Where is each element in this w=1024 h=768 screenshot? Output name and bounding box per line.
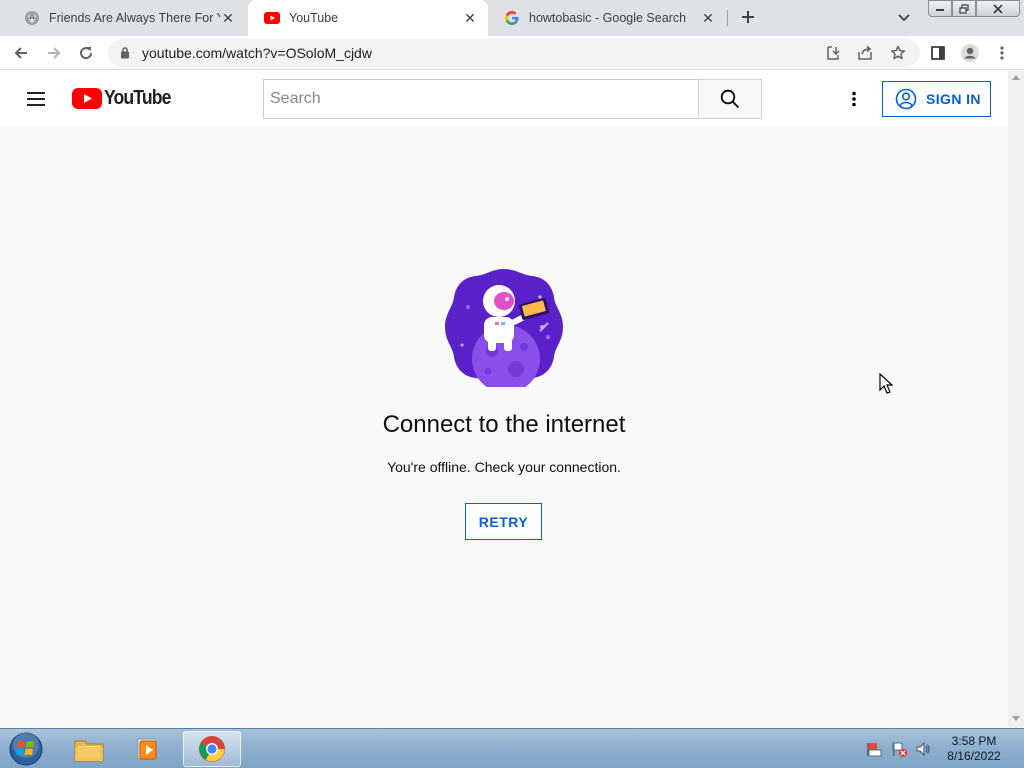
- chrome-menu-button[interactable]: [989, 40, 1015, 66]
- taskbar-clock[interactable]: 3:58 PM 8/16/2022: [938, 734, 1010, 764]
- back-button[interactable]: [8, 40, 34, 66]
- restore-icon: [959, 3, 969, 14]
- new-tab-button[interactable]: [736, 5, 760, 29]
- chevron-down-icon: [898, 14, 910, 22]
- google-icon: [504, 10, 520, 26]
- start-button[interactable]: [6, 731, 46, 767]
- side-panel-icon: [931, 46, 945, 60]
- settings-menu-button[interactable]: [842, 87, 866, 111]
- offline-title: Connect to the internet: [382, 411, 626, 438]
- reload-button[interactable]: [73, 40, 99, 66]
- sign-in-label: SIGN IN: [926, 91, 981, 107]
- search-button[interactable]: [698, 79, 762, 119]
- youtube-wordmark: YouTube: [104, 87, 171, 109]
- retry-button[interactable]: RETRY: [465, 503, 542, 540]
- youtube-play-icon: [72, 88, 102, 109]
- youtube-header: YouTube SIGN IN: [0, 71, 1008, 127]
- plus-icon: [742, 11, 754, 23]
- arrow-left-icon: [14, 47, 27, 59]
- kebab-menu-icon: [1000, 46, 1004, 60]
- hamburger-menu-icon: [27, 92, 45, 106]
- close-icon: [993, 3, 1003, 14]
- tab-youtube[interactable]: YouTube ✕: [248, 0, 488, 36]
- lock-icon[interactable]: [120, 46, 130, 64]
- tab-title: YouTube: [289, 11, 339, 25]
- browser-tab-strip: Friends Are Always There For You ✕ YouTu…: [0, 0, 1024, 36]
- forward-button[interactable]: [41, 40, 67, 66]
- media-player-icon: [137, 738, 157, 760]
- tab-google-search[interactable]: howtobasic - Google Search ✕: [488, 0, 726, 36]
- mouse-cursor-icon: [879, 373, 893, 394]
- account-circle-icon: [895, 88, 917, 110]
- folder-icon: [74, 740, 104, 762]
- install-app-icon[interactable]: [824, 44, 842, 62]
- tab-search-button[interactable]: [894, 8, 914, 28]
- youtube-logo[interactable]: YouTube: [72, 87, 180, 110]
- network-warning-icon[interactable]: [891, 741, 907, 757]
- scroll-down-arrow-icon[interactable]: [1012, 716, 1020, 721]
- windows-taskbar: 3:58 PM 8/16/2022: [0, 728, 1024, 768]
- share-icon[interactable]: [856, 44, 874, 62]
- close-window-button[interactable]: [976, 0, 1020, 17]
- reload-icon: [80, 47, 93, 60]
- youtube-icon: [264, 10, 280, 26]
- clock-time: 3:58 PM: [951, 734, 997, 748]
- tab-divider: [727, 10, 728, 26]
- windows-orb-icon: [9, 732, 43, 766]
- restore-window-button[interactable]: [952, 0, 976, 17]
- wolf-avatar-icon: [24, 10, 40, 26]
- clock-date: 8/16/2022: [947, 749, 1001, 763]
- astronaut-on-planet-illustration: [445, 269, 563, 387]
- minimize-icon: [936, 8, 944, 11]
- volume-icon[interactable]: [915, 741, 931, 757]
- close-tab-icon[interactable]: ✕: [220, 10, 236, 26]
- tab-title: howtobasic - Google Search: [529, 11, 687, 25]
- arrow-right-icon: [48, 47, 61, 59]
- tab-friends[interactable]: Friends Are Always There For You ✕: [8, 0, 246, 36]
- search-icon: [720, 89, 740, 109]
- kebab-menu-icon: [852, 91, 856, 107]
- address-bar[interactable]: youtube.com/watch?v=OSoloM_cjdw: [108, 39, 920, 67]
- taskbar-chrome[interactable]: [183, 731, 241, 767]
- chrome-icon: [199, 736, 225, 762]
- offline-message: You're offline. Check your connection.: [387, 459, 621, 475]
- minimize-window-button[interactable]: [928, 0, 952, 17]
- guide-menu-button[interactable]: [20, 86, 52, 112]
- bookmark-star-icon[interactable]: [889, 44, 907, 62]
- action-center-flag-icon[interactable]: [866, 741, 882, 757]
- side-panel-button[interactable]: [925, 40, 951, 66]
- sign-in-button[interactable]: SIGN IN: [882, 81, 991, 117]
- search-box[interactable]: [263, 79, 699, 119]
- taskbar-file-explorer[interactable]: [60, 731, 118, 767]
- page-scrollbar[interactable]: [1008, 71, 1024, 728]
- youtube-page: YouTube SIGN IN: [0, 71, 1008, 728]
- tab-title: Friends Are Always There For You: [49, 11, 220, 25]
- browser-toolbar: youtube.com/watch?v=OSoloM_cjdw: [0, 36, 1024, 70]
- scroll-up-arrow-icon[interactable]: [1012, 75, 1020, 80]
- close-tab-icon[interactable]: ✕: [462, 10, 478, 26]
- taskbar-media-player[interactable]: [120, 731, 178, 767]
- profile-button[interactable]: [957, 40, 983, 66]
- search-input[interactable]: [264, 80, 698, 118]
- close-tab-icon[interactable]: ✕: [700, 10, 716, 26]
- url-text[interactable]: youtube.com/watch?v=OSoloM_cjdw: [142, 45, 372, 61]
- profile-avatar-icon: [961, 44, 979, 62]
